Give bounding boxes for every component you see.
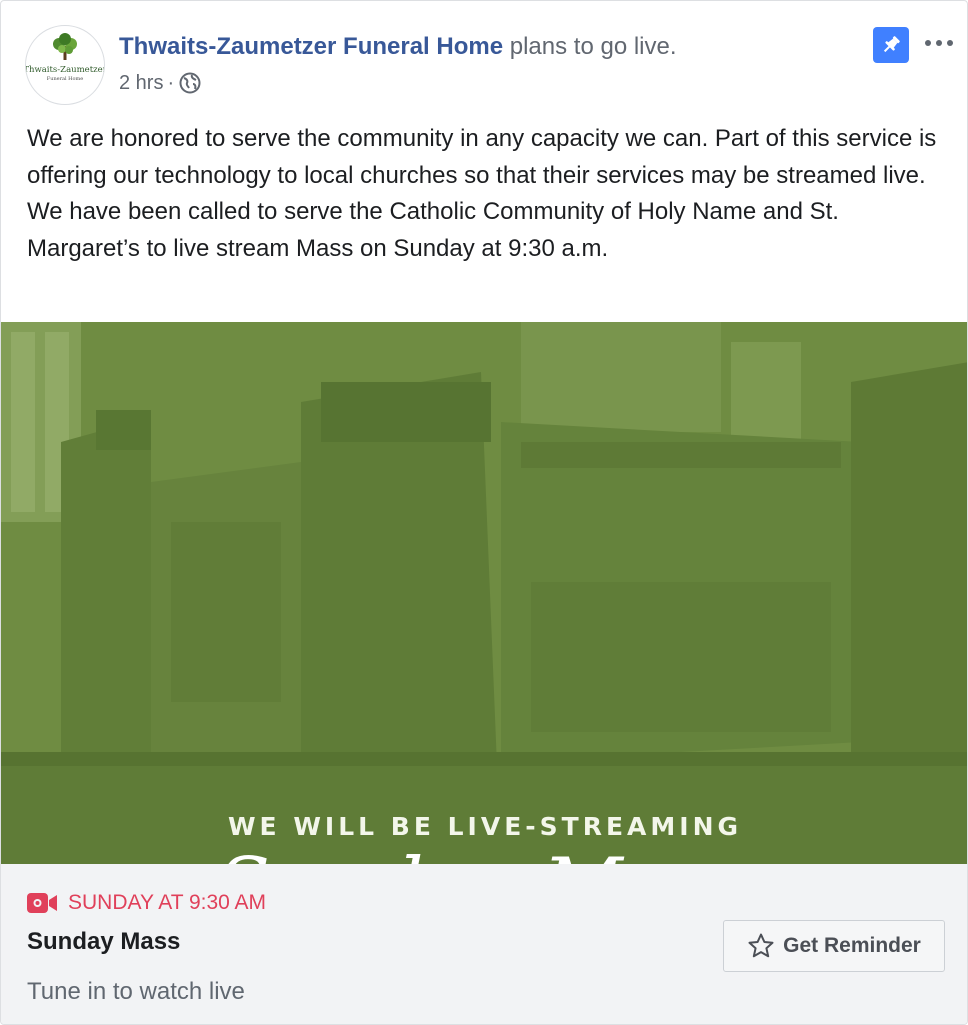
more-options-icon[interactable]: [919, 31, 959, 55]
post-timestamp[interactable]: 2 hrs: [119, 69, 163, 97]
church-pews-image: [1, 322, 967, 864]
event-subtitle: Tune in to watch live: [27, 978, 245, 1005]
video-camera-icon: [26, 891, 58, 915]
page-name-link[interactable]: Thwaits-Zaumetzer Funeral Home: [119, 33, 503, 60]
globe-icon[interactable]: [179, 72, 201, 94]
post-paragraph: We are honored to serve the community in…: [27, 125, 937, 189]
svg-text:Funeral Home: Funeral Home: [47, 76, 84, 82]
dot: [936, 40, 942, 46]
pin-icon: [883, 36, 900, 53]
post-image[interactable]: WE WILL BE LIVE-STREAMING Sunday Mass: [1, 322, 967, 864]
post-action-text: plans to go live.: [503, 33, 677, 60]
post-meta: 2 hrs ·: [119, 69, 201, 97]
event-time: SUNDAY AT 9:30 AM: [26, 890, 266, 916]
event-footer: SUNDAY AT 9:30 AM Sunday Mass Tune in to…: [1, 864, 967, 1024]
image-script-title: Sunday Mass: [1, 842, 967, 864]
pin-button[interactable]: [873, 27, 909, 63]
get-reminder-button[interactable]: Get Reminder: [723, 920, 945, 972]
post-body: We are honored to serve the community in…: [27, 121, 947, 267]
post-headline: Thwaits-Zaumetzer Funeral Home plans to …: [119, 31, 677, 63]
funeral-home-logo: Thwaits-Zaumetzer Funeral Home: [26, 27, 104, 103]
star-icon: [748, 933, 774, 958]
event-time-label: SUNDAY AT 9:30 AM: [68, 891, 267, 914]
dot: [947, 40, 953, 46]
post-card: Thwaits-Zaumetzer Funeral Home Thwaits-Z…: [0, 0, 968, 1025]
get-reminder-label: Get Reminder: [783, 934, 921, 957]
event-title[interactable]: Sunday Mass: [27, 928, 180, 956]
post-paragraph: We have been called to serve the Catholi…: [27, 198, 839, 262]
page-avatar[interactable]: Thwaits-Zaumetzer Funeral Home: [25, 25, 105, 105]
svg-text:Thwaits-Zaumetzer: Thwaits-Zaumetzer: [26, 65, 104, 75]
meta-separator: ·: [167, 72, 175, 94]
post-header: Thwaits-Zaumetzer Funeral Home Thwaits-Z…: [1, 1, 967, 111]
image-caption: WE WILL BE LIVE-STREAMING: [227, 812, 743, 841]
dot: [925, 40, 931, 46]
